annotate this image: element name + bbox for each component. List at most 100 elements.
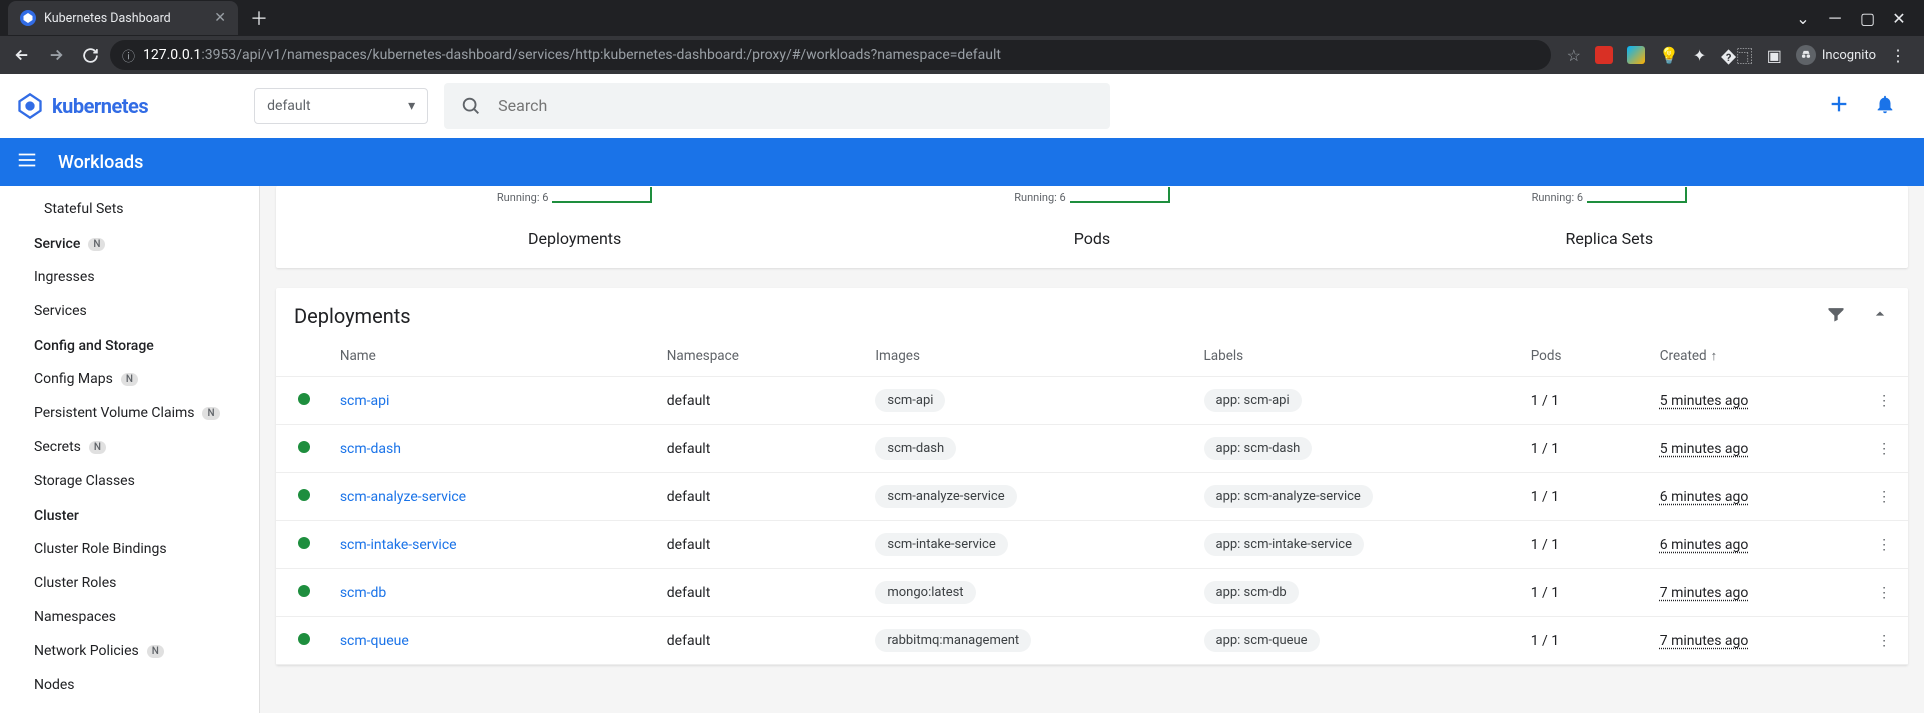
namespace-cell: default	[659, 377, 868, 425]
browser-menu-icon[interactable]: ⋮	[1890, 46, 1906, 65]
chevron-down-icon[interactable]: ⌄	[1796, 9, 1810, 28]
sidebar-item[interactable]: Persistent Volume ClaimsN	[0, 396, 259, 430]
page-title: Workloads	[58, 152, 143, 173]
sidebar-item[interactable]: Services	[0, 294, 259, 328]
kubernetes-favicon	[20, 10, 36, 26]
extension-icon-2[interactable]	[1627, 46, 1645, 64]
sidebar-item[interactable]: SecretsN	[0, 430, 259, 464]
status-column: Running: 6 Replica Sets	[1351, 186, 1868, 248]
running-count: Running: 6	[1532, 191, 1688, 204]
status-cell	[276, 617, 332, 665]
row-menu-button[interactable]: ⋮	[1860, 377, 1908, 425]
sidebar-item[interactable]: Namespaces	[0, 600, 259, 634]
close-window-icon[interactable]: ✕	[1892, 9, 1906, 28]
new-tab-button[interactable]: ＋	[238, 5, 280, 31]
status-cell	[276, 521, 332, 569]
status-dot-running	[298, 633, 310, 645]
row-menu-button[interactable]: ⋮	[1860, 425, 1908, 473]
deployment-name-link[interactable]: scm-dash	[340, 441, 401, 457]
sidebar-item[interactable]: Cluster Role Bindings	[0, 532, 259, 566]
sidebar-item-label: Stateful Sets	[44, 201, 124, 217]
new-badge: N	[121, 373, 138, 386]
col-labels[interactable]: Labels	[1196, 336, 1523, 377]
table-row: scm-queuedefaultrabbitmq:managementapp: …	[276, 617, 1908, 665]
deployments-card: Deployments Name Namespace Images Labels…	[276, 288, 1908, 665]
row-menu-button[interactable]: ⋮	[1860, 473, 1908, 521]
maximize-icon[interactable]: ▢	[1860, 9, 1874, 28]
browser-tab[interactable]: Kubernetes Dashboard ✕	[8, 1, 238, 35]
deployment-name-link[interactable]: scm-queue	[340, 633, 409, 649]
sidebar-item-label: Services	[34, 303, 87, 319]
pods-cell: 1 / 1	[1523, 425, 1652, 473]
menu-toggle-button[interactable]	[16, 149, 38, 176]
incognito-icon	[1796, 45, 1816, 65]
back-button[interactable]	[8, 41, 36, 69]
status-dot-running	[298, 393, 310, 405]
status-cell	[276, 473, 332, 521]
close-tab-icon[interactable]: ✕	[214, 10, 226, 26]
col-images[interactable]: Images	[867, 336, 1195, 377]
col-pods[interactable]: Pods	[1523, 336, 1652, 377]
side-panel-icon[interactable]: ▣	[1767, 46, 1782, 65]
kubernetes-logo[interactable]: kubernetes	[16, 92, 148, 120]
sidebar-item[interactable]: Network PoliciesN	[0, 634, 259, 668]
status-title: Pods	[833, 229, 1350, 248]
reading-list-icon[interactable]: �⿹	[1720, 43, 1752, 67]
collapse-icon[interactable]	[1870, 304, 1890, 328]
status-title: Deployments	[316, 229, 833, 248]
sidebar-item[interactable]: Config MapsN	[0, 362, 259, 396]
image-chip: rabbitmq:management	[875, 629, 1031, 652]
minimize-icon[interactable]: ─	[1828, 8, 1842, 28]
label-chip: app: scm-api	[1204, 389, 1302, 412]
extensions-puzzle-icon[interactable]: ✦	[1693, 46, 1706, 65]
sidebar-item[interactable]: Cluster Roles	[0, 566, 259, 600]
extension-icon-1[interactable]	[1595, 46, 1613, 64]
workload-status-card: Running: 6 Deployments Running: 6 PodsRunni…	[276, 186, 1908, 268]
running-count: Running: 6	[497, 191, 653, 204]
sidebar-item-label: Config and Storage	[34, 338, 154, 354]
deployment-name-link[interactable]: scm-api	[340, 393, 390, 409]
row-menu-button[interactable]: ⋮	[1860, 617, 1908, 665]
created-timestamp: 5 minutes ago	[1660, 393, 1749, 409]
namespace-cell: default	[659, 473, 868, 521]
create-button[interactable]	[1828, 93, 1850, 119]
col-created[interactable]: Created↑	[1652, 336, 1860, 377]
reload-button[interactable]	[76, 41, 104, 69]
label-chip: app: scm-analyze-service	[1204, 485, 1373, 508]
image-chip: scm-dash	[875, 437, 956, 460]
status-title: Replica Sets	[1351, 229, 1868, 248]
table-row: scm-dbdefaultmongo:latestapp: scm-db1 / …	[276, 569, 1908, 617]
search-box[interactable]	[444, 83, 1110, 129]
namespace-select[interactable]: default ▾	[254, 88, 428, 124]
star-icon[interactable]: ☆	[1567, 46, 1581, 65]
sidebar-item[interactable]: Nodes	[0, 668, 259, 702]
sidebar-item-label: Storage Classes	[34, 473, 135, 489]
forward-button[interactable]	[42, 41, 70, 69]
col-namespace[interactable]: Namespace	[659, 336, 868, 377]
new-badge: N	[202, 407, 219, 420]
deployment-name-link[interactable]: scm-db	[340, 585, 386, 601]
sidebar-item[interactable]: Storage Classes	[0, 464, 259, 498]
col-name[interactable]: Name	[332, 336, 659, 377]
sidebar-section[interactable]: ServiceN	[0, 226, 259, 260]
deployment-name-link[interactable]: scm-intake-service	[340, 537, 457, 553]
row-menu-button[interactable]: ⋮	[1860, 569, 1908, 617]
row-menu-button[interactable]: ⋮	[1860, 521, 1908, 569]
new-badge: N	[88, 238, 105, 251]
sidebar-section[interactable]: Cluster	[0, 498, 259, 532]
url-bar[interactable]: ⓘ 127.0.0.1:3953/api/v1/namespaces/kuber…	[110, 40, 1551, 70]
new-badge: N	[89, 441, 106, 454]
sidebar-item[interactable]: Ingresses	[0, 260, 259, 294]
created-timestamp: 5 minutes ago	[1660, 441, 1749, 457]
search-icon	[460, 95, 482, 117]
filter-icon[interactable]	[1826, 304, 1846, 328]
sidebar-section[interactable]: Config and Storage	[0, 328, 259, 362]
deployment-name-link[interactable]: scm-analyze-service	[340, 489, 466, 505]
sidebar-item[interactable]: Stateful Sets	[0, 192, 259, 226]
notifications-icon[interactable]	[1874, 93, 1896, 119]
page-title-bar: Workloads	[0, 138, 1924, 186]
status-column: Running: 6 Deployments	[316, 186, 833, 248]
extension-icon-3[interactable]: 💡	[1659, 46, 1679, 65]
label-chip: app: scm-queue	[1204, 629, 1320, 652]
search-input[interactable]	[498, 96, 1094, 115]
